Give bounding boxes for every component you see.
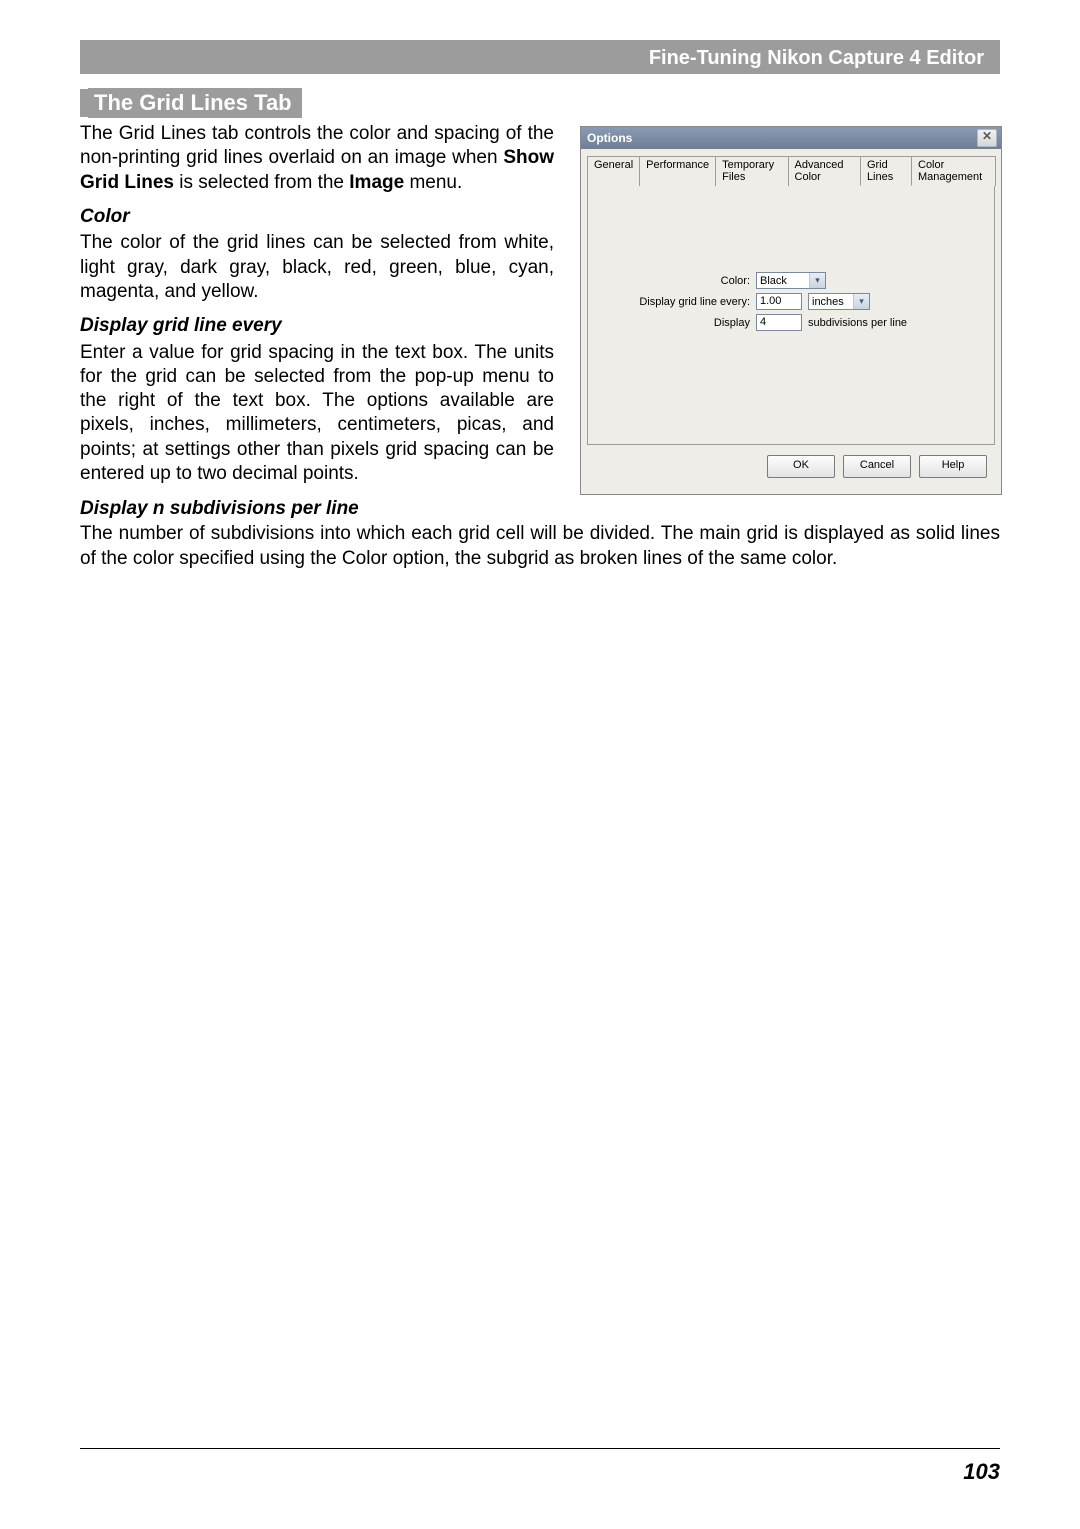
unit-value: inches xyxy=(812,296,853,308)
options-dialog: Options ✕ General Performance Temporary … xyxy=(580,126,1002,495)
page-number: 103 xyxy=(963,1459,1000,1485)
tab-grid-lines[interactable]: Grid Lines xyxy=(860,156,912,186)
chevron-down-icon: ▾ xyxy=(853,294,869,309)
unit-dropdown[interactable]: inches ▾ xyxy=(808,293,870,310)
intro-paragraph: The Grid Lines tab controls the color an… xyxy=(80,122,554,195)
tab-advanced-color[interactable]: Advanced Color xyxy=(788,156,861,186)
label-sub-after: subdivisions per line xyxy=(808,317,907,329)
cancel-button[interactable]: Cancel xyxy=(843,455,911,478)
dialog-tabs: General Performance Temporary Files Adva… xyxy=(587,155,995,185)
section-title: The Grid Lines Tab xyxy=(88,88,302,118)
color-value: Black xyxy=(760,275,809,287)
close-icon[interactable]: ✕ xyxy=(977,129,997,147)
ok-button[interactable]: OK xyxy=(767,455,835,478)
intro-b: is selected from the xyxy=(174,172,349,193)
dialog-title: Options xyxy=(587,131,632,145)
color-paragraph: The color of the grid lines can be selec… xyxy=(80,231,554,304)
tab-general[interactable]: General xyxy=(587,156,640,186)
help-button[interactable]: Help xyxy=(919,455,987,478)
every-subheading: Display grid line every xyxy=(80,314,554,338)
subdivisions-subheading: Display n subdivisions per line xyxy=(80,498,1000,520)
dialog-titlebar[interactable]: Options ✕ xyxy=(581,127,1001,149)
label-every: Display grid line every: xyxy=(588,296,756,308)
label-color: Color: xyxy=(588,275,756,287)
tab-panel: Color: Black ▾ Display grid line every: … xyxy=(587,185,995,445)
spacing-input[interactable]: 1.00 xyxy=(756,293,802,310)
subdiv-input[interactable]: 4 xyxy=(756,314,802,331)
page-header: Fine-Tuning Nikon Capture 4 Editor xyxy=(80,40,1000,74)
tab-color-management[interactable]: Color Management xyxy=(911,156,996,186)
intro-a: The Grid Lines tab controls the color an… xyxy=(80,123,554,168)
color-subheading: Color xyxy=(80,205,554,229)
tab-temporary-files[interactable]: Temporary Files xyxy=(715,156,788,186)
intro-c: menu. xyxy=(404,172,462,193)
tab-performance[interactable]: Performance xyxy=(639,156,716,186)
intro-bold-2: Image xyxy=(349,172,404,193)
label-display: Display xyxy=(588,317,756,329)
every-paragraph: Enter a value for grid spacing in the te… xyxy=(80,341,554,487)
footer-divider xyxy=(80,1448,1000,1449)
color-dropdown[interactable]: Black ▾ xyxy=(756,272,826,289)
header-title: Fine-Tuning Nikon Capture 4 Editor xyxy=(649,47,984,74)
chevron-down-icon: ▾ xyxy=(809,273,825,288)
subdivisions-paragraph: The number of subdivisions into which ea… xyxy=(80,522,1000,571)
section-heading: The Grid Lines Tab xyxy=(80,88,1000,118)
